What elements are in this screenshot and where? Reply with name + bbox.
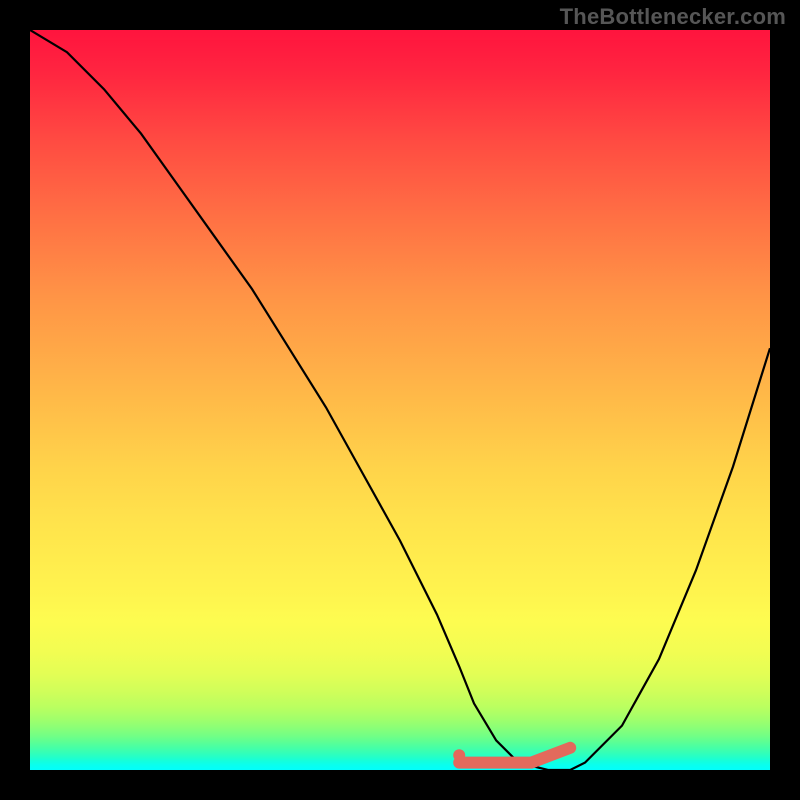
- plot-area: [30, 30, 770, 770]
- optimal-point-dot: [453, 749, 465, 761]
- bottleneck-curve: [30, 30, 770, 770]
- attribution-label: TheBottlenecker.com: [560, 4, 786, 30]
- chart-container: TheBottlenecker.com: [0, 0, 800, 800]
- optimal-range-bar: [459, 748, 570, 763]
- chart-svg: [30, 30, 770, 770]
